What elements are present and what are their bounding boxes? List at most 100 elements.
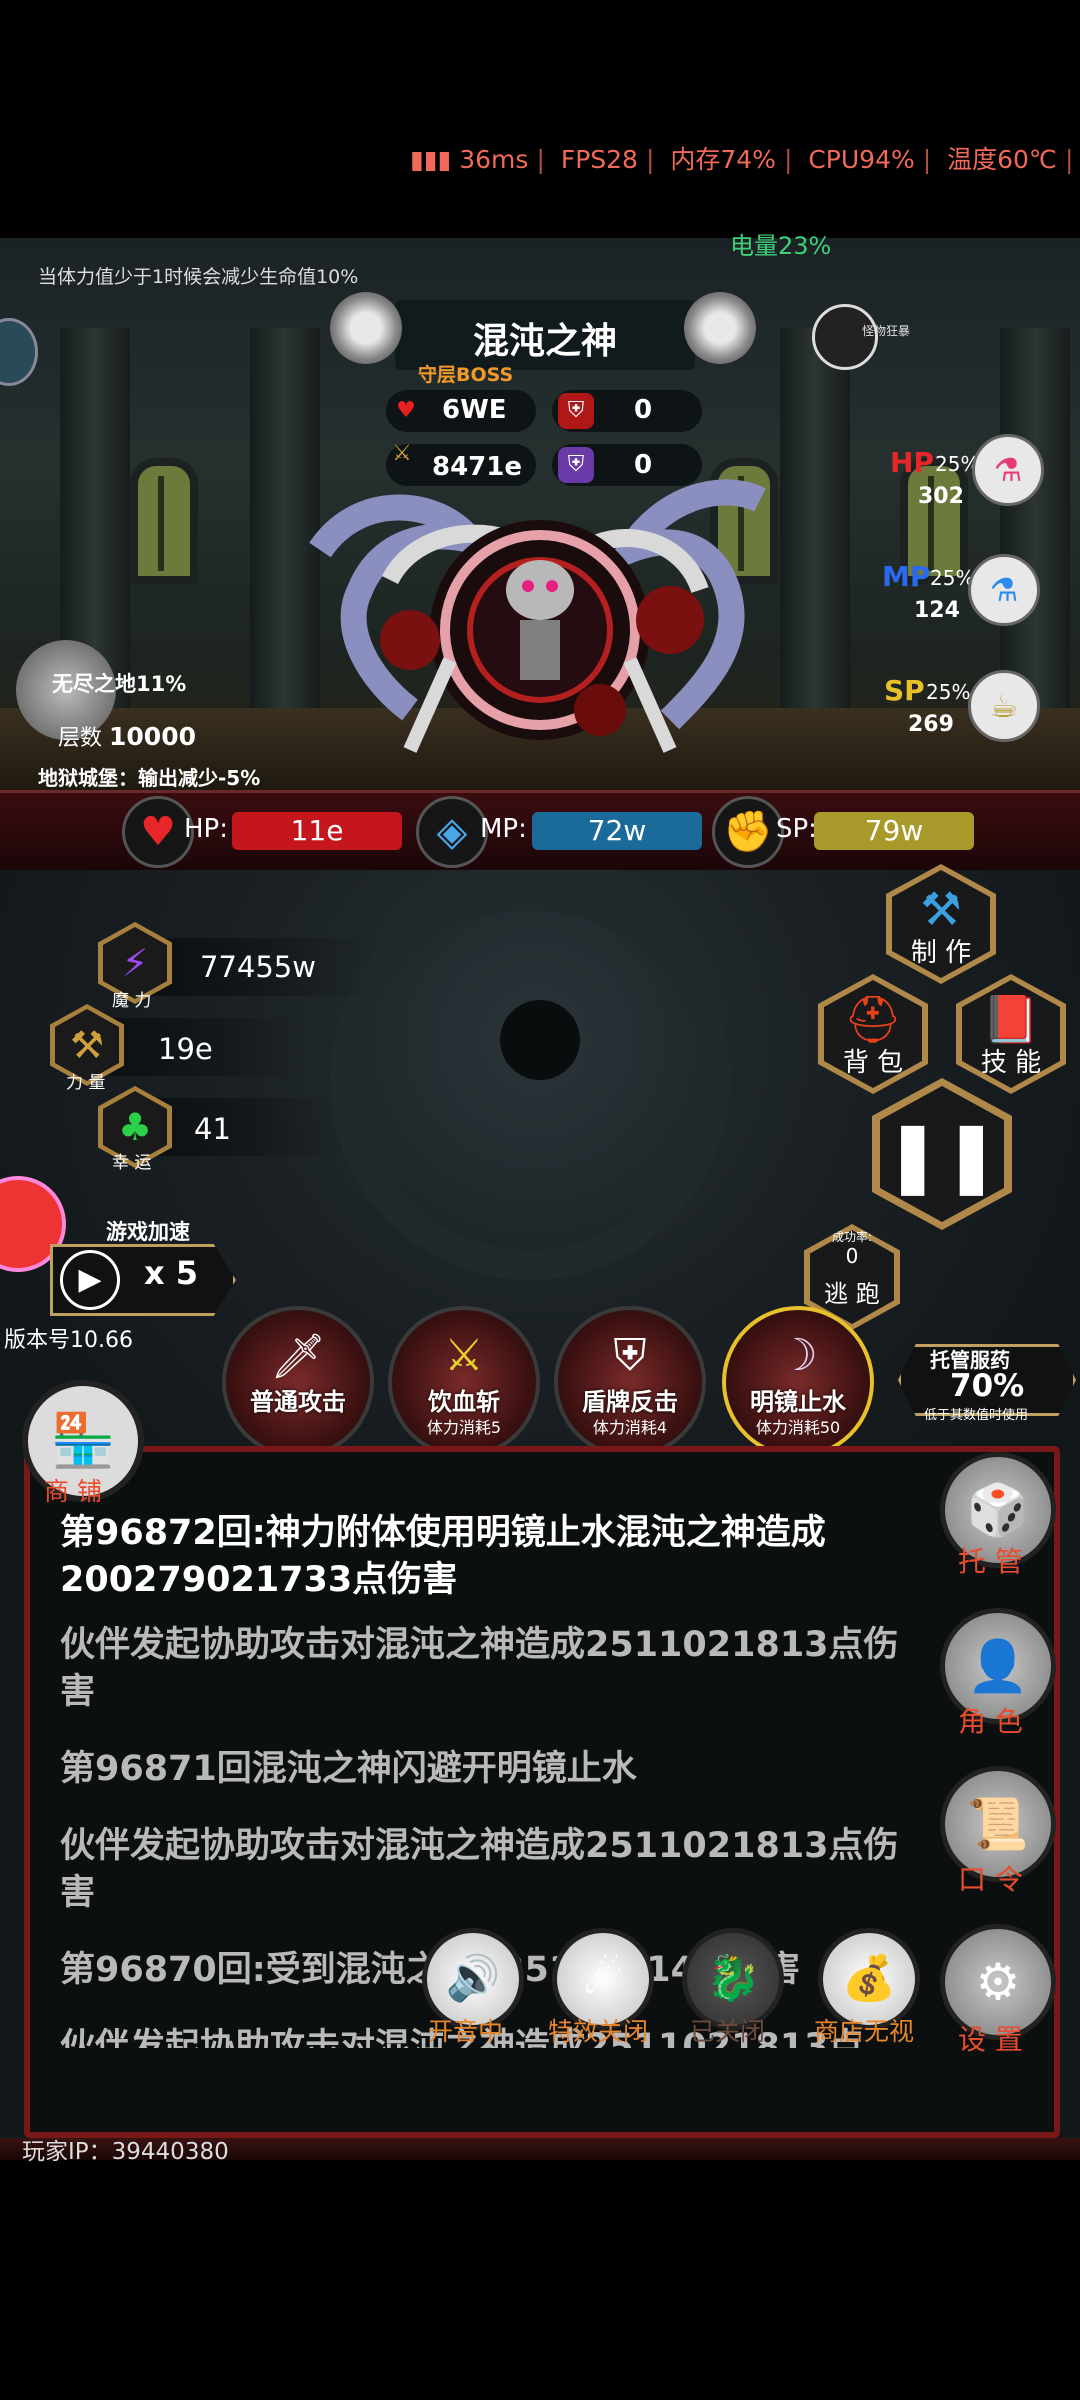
slash-icon: ☽ xyxy=(778,1330,818,1381)
dice-icon: 🎲 xyxy=(966,1481,1030,1539)
skill-name: 普通攻击 xyxy=(250,1388,346,1416)
strength-value: 19e xyxy=(158,1032,213,1066)
auto-medicine-percent: 70% xyxy=(950,1368,1025,1404)
skill-mirror-water[interactable]: ☽ 明镜止水体力消耗50 xyxy=(722,1306,874,1458)
character-label: 角 色 xyxy=(958,1705,1023,1738)
scroll-icon: 📜 xyxy=(966,1795,1030,1853)
escape-label: 逃 跑 xyxy=(824,1280,880,1308)
settings-label: 设 置 xyxy=(958,2023,1023,2056)
skull-badge-icon xyxy=(330,292,402,364)
skill-shield-counter[interactable]: ⛨ 盾牌反击体力消耗4 xyxy=(554,1306,706,1458)
speaker-icon: 🔊 xyxy=(445,1953,501,2004)
sp-potion-icon[interactable]: ☕ xyxy=(968,670,1040,742)
skill-cost: 体力消耗50 xyxy=(755,1418,841,1437)
castle-window xyxy=(130,458,198,584)
strength-label: 力 量 xyxy=(66,1073,106,1093)
anvil-icon: ⚒ xyxy=(920,882,962,936)
signal-icon: ▮▮▮ xyxy=(410,145,452,174)
heart-icon: ♥ xyxy=(396,398,416,423)
book-icon: 📕 xyxy=(982,992,1040,1046)
money-bag-icon: 💰 xyxy=(841,1953,897,2004)
hp-bar-label: HP: xyxy=(184,814,228,844)
hp-potion-icon[interactable]: ⚗ xyxy=(972,434,1044,506)
speed-title: 游戏加速 xyxy=(106,1220,190,1244)
sword-icon: 🗡 xyxy=(270,1331,326,1382)
fps-text: FPS28 xyxy=(560,145,638,174)
skill-normal-attack[interactable]: 🗡 普通攻击 xyxy=(222,1306,374,1458)
potion-sp-count: 269 xyxy=(908,712,954,737)
potion-sp-percent: 25% xyxy=(926,680,971,704)
mp-bar-value: 72w xyxy=(587,814,647,847)
effects-label: 特效关闭 xyxy=(548,2017,649,2046)
skill-cost: 体力消耗5 xyxy=(426,1418,502,1437)
mp-bar-label: MP: xyxy=(480,814,527,844)
buff-label: 怪物狂暴 xyxy=(862,324,911,338)
pet-label: 已关闭 xyxy=(690,2017,766,2046)
potion-mp-label: MP xyxy=(882,560,931,593)
magic-value: 77455w xyxy=(200,950,316,984)
auto-medicine-note: 低于其数值时使用 xyxy=(924,1408,1029,1423)
castle-tip: 地狱城堡：输出减少-5% xyxy=(38,766,261,790)
boss-defense: 0 xyxy=(634,395,653,425)
skill-name: 明镜止水 xyxy=(750,1388,846,1416)
shop-label: 商 铺 xyxy=(44,1477,102,1506)
log-entry: 第96871回混沌之神闪避开明镜止水 xyxy=(60,1749,637,1789)
potion-sp-label: SP xyxy=(884,674,925,707)
stamina-tip: 当体力值少于1时候会减少生命值10% xyxy=(38,266,359,288)
mp-potion-icon[interactable]: ⚗ xyxy=(968,554,1040,626)
boss-name: 混沌之神 xyxy=(472,321,617,362)
log-entry: 伙伴发起协助攻击对混沌之神造成2511021813点伤害 xyxy=(60,1625,899,1712)
gear-icon: ⚙ xyxy=(975,1953,1021,2011)
shield-icon: ⛨ xyxy=(558,393,594,429)
shop-ads-label: 商店无视 xyxy=(814,2017,915,2046)
helmet-icon: ⛑ xyxy=(843,992,903,1046)
sound-label: 开音中 xyxy=(428,2017,504,2046)
shop-icon: 🏪 xyxy=(50,1411,116,1471)
pause-icon: ❚❚ xyxy=(883,1114,1001,1196)
hp-bar-value: 11e xyxy=(290,814,344,847)
shield-icon: ⛨ xyxy=(613,1330,647,1381)
muscle-icon: ✊ xyxy=(712,796,784,868)
potion-mp-count: 124 xyxy=(914,598,960,623)
decorative-wheel xyxy=(330,880,730,1280)
hooded-figure-icon: 👤 xyxy=(966,1637,1030,1695)
escape-rate: 0 xyxy=(845,1244,859,1268)
memory-text: 内存74% xyxy=(670,145,776,174)
log-entry: 伙伴发起协助攻击对混沌之神造成2511021813点伤害 xyxy=(60,1826,899,1913)
battery-text: 电量23% xyxy=(730,232,832,260)
player-ip: 玩家IP：39440380 xyxy=(22,2139,229,2165)
play-icon: ▶ xyxy=(60,1250,120,1310)
sp-bar-label: SP: xyxy=(776,814,817,844)
floor-name: 无尽之地11% xyxy=(52,672,187,696)
skill-name: 盾牌反击 xyxy=(582,1388,678,1416)
golden-sword-icon: ⚔ xyxy=(444,1330,484,1381)
luck-label: 幸 运 xyxy=(112,1153,152,1173)
mp-icon: ◈ xyxy=(416,796,488,868)
log-entry: 第96872回:神力附体使用明镜止水混沌之神造成200279021733点伤害 xyxy=(60,1513,826,1600)
latency-text: 36ms xyxy=(459,145,529,174)
cpu-text: CPU94% xyxy=(808,145,915,174)
sp-bar-value: 79w xyxy=(864,814,924,847)
skill-cost: 体力消耗4 xyxy=(592,1418,668,1437)
floor-level: 层数 10000 xyxy=(58,720,196,752)
luck-value: 41 xyxy=(194,1112,231,1146)
temperature-text: 温度60℃ xyxy=(947,145,1058,174)
speed-multiplier: x 5 xyxy=(144,1254,199,1292)
dragon-icon: 🐉 xyxy=(705,1953,761,2004)
performance-overlay: ▮▮▮ 36ms| FPS28| 内存74%| CPU94%| 温度60℃| G… xyxy=(410,145,1074,174)
boss-tag: 守层BOSS xyxy=(418,364,514,386)
pillar xyxy=(780,328,850,748)
password-label: 口 令 xyxy=(958,1863,1023,1896)
version-text: 版本号10.66 xyxy=(4,1328,133,1353)
boss-monster-sprite[interactable] xyxy=(300,460,780,770)
magic-label: 魔 力 xyxy=(112,991,152,1011)
potion-hp-count: 302 xyxy=(918,484,964,509)
skill-blood-slash[interactable]: ⚔ 饮血斩体力消耗5 xyxy=(388,1306,540,1458)
potion-hp-label: HP xyxy=(890,446,934,479)
floor-level-value: 10000 xyxy=(109,722,196,751)
wheel-hub xyxy=(500,1000,580,1080)
boss-hp: 6WE xyxy=(442,395,507,425)
skill-name: 饮血斩 xyxy=(428,1388,500,1416)
comet-icon: ☄ xyxy=(583,1953,623,2004)
floor-level-label: 层数 xyxy=(58,726,103,751)
